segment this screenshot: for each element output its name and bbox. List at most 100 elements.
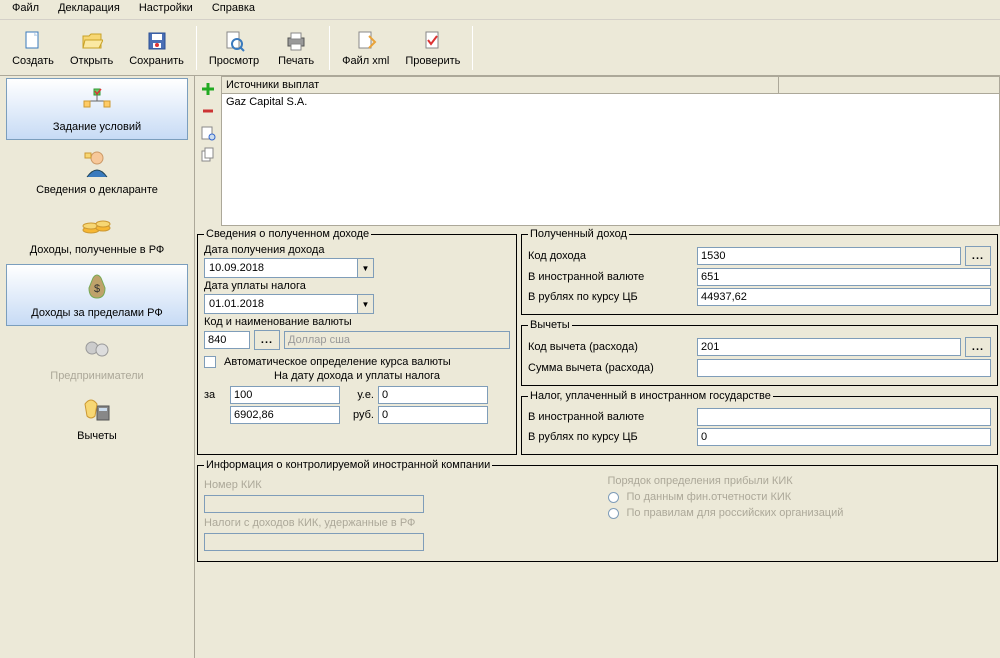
source-tools — [195, 76, 221, 226]
date-received-label: Дата получения дохода — [204, 244, 510, 256]
income-code-label: Код дохода — [528, 250, 693, 262]
nav-label: Предприниматели — [50, 370, 143, 382]
new-file-icon — [21, 29, 45, 53]
rub-amount-input[interactable] — [230, 406, 340, 424]
nav-income-foreign[interactable]: $ Доходы за пределами РФ — [6, 264, 188, 326]
file-xml-button[interactable]: Файл xml — [334, 23, 397, 73]
date-tax-label: Дата уплаты налога — [204, 280, 510, 292]
nav-label: Доходы за пределами РФ — [31, 307, 162, 319]
received-fc-input[interactable] — [697, 268, 991, 286]
ftax-rub-label: В рублях по курсу ЦБ — [528, 431, 693, 443]
kik-opt2-label: По правилам для российских организаций — [627, 507, 844, 519]
kik-taxes-label: Налоги с доходов КИК, удержанные в РФ — [204, 517, 504, 529]
kik-radio-ru — [608, 508, 619, 519]
units-label: у.е. — [344, 389, 374, 401]
income-code-picker[interactable]: ... — [965, 246, 991, 266]
rub-zero-input[interactable] — [378, 406, 488, 424]
deduct-sum-input[interactable] — [697, 359, 991, 377]
coins-icon — [81, 208, 113, 240]
menu-help[interactable]: Справка — [204, 0, 263, 16]
kik-num-input — [204, 495, 424, 513]
auto-rate-label: Автоматическое определение курса валюты — [224, 356, 451, 368]
nav-deductions[interactable]: Вычеты — [0, 388, 194, 448]
nav-income-rf[interactable]: Доходы, полученные в РФ — [0, 202, 194, 262]
check-button[interactable]: Проверить — [397, 23, 468, 73]
date-received-combo[interactable]: 10.09.2018 ▼ — [204, 258, 374, 278]
kik-order-label: Порядок определения прибыли КИК — [608, 475, 992, 487]
kik-fieldset: Информация о контролируемой иностранной … — [197, 459, 998, 562]
kik-radio-fin — [608, 492, 619, 503]
toolbar: Создать Открыть Сохранить Просмотр Печат… — [0, 20, 1000, 76]
sidebar: Задание условий Сведения о декларанте До… — [0, 76, 195, 658]
toolbar-separator — [472, 26, 473, 70]
nav-label: Задание условий — [53, 121, 141, 133]
edit-source-button[interactable] — [199, 124, 217, 142]
preview-button[interactable]: Просмотр — [201, 23, 267, 73]
nav-label: Доходы, полученные в РФ — [30, 244, 165, 256]
xml-file-icon — [354, 29, 378, 53]
legend: Сведения о полученном доходе — [204, 228, 371, 240]
deduct-code-input[interactable] — [697, 338, 961, 356]
menu-file[interactable]: Файл — [4, 0, 47, 16]
content-area: Источники выплат Gaz Capital S.A. Сведен… — [195, 76, 1000, 658]
currency-picker-button[interactable]: ... — [254, 330, 280, 350]
open-button[interactable]: Открыть — [62, 23, 121, 73]
ftax-fc-input[interactable] — [697, 408, 991, 426]
auto-rate-checkbox[interactable] — [204, 356, 216, 368]
chevron-down-icon[interactable]: ▼ — [357, 295, 373, 313]
remove-source-button[interactable] — [199, 102, 217, 120]
toolbar-separator — [329, 26, 330, 70]
deduct-code-label: Код вычета (расхода) — [528, 341, 693, 353]
ftax-rub-input[interactable] — [697, 428, 991, 446]
save-button[interactable]: Сохранить — [121, 23, 192, 73]
kik-opt1-label: По данным фин.отчетности КИК — [627, 491, 792, 503]
add-source-button[interactable] — [199, 80, 217, 98]
check-icon — [421, 29, 445, 53]
units-amount-input[interactable] — [230, 386, 340, 404]
nav-entrepreneurs[interactable]: Предприниматели — [0, 328, 194, 388]
sources-header: Источники выплат — [221, 76, 1000, 94]
legend: Налог, уплаченный в иностранном государс… — [528, 390, 773, 402]
copy-source-button[interactable] — [199, 146, 217, 164]
source-item[interactable]: Gaz Capital S.A. — [226, 96, 995, 108]
menu-settings[interactable]: Настройки — [131, 0, 201, 16]
chevron-down-icon[interactable]: ▼ — [357, 259, 373, 277]
ftax-fc-label: В иностранной валюте — [528, 411, 693, 423]
sources-header-label: Источники выплат — [226, 79, 319, 91]
nav-label: Вычеты — [77, 430, 117, 442]
create-button[interactable]: Создать — [4, 23, 62, 73]
received-rub-label: В рублях по курсу ЦБ — [528, 291, 693, 303]
income-code-input[interactable] — [697, 247, 961, 265]
received-rub-input[interactable] — [697, 288, 991, 306]
income-info-fieldset: Сведения о полученном доходе Дата получе… — [197, 228, 517, 455]
deductions-fieldset: Вычеты Код вычета (расхода) ... Сумма вы… — [521, 319, 998, 386]
printer-icon — [284, 29, 308, 53]
units-zero-input[interactable] — [378, 386, 488, 404]
kik-taxes-input — [204, 533, 424, 551]
entrepreneurs-icon — [81, 334, 113, 366]
nav-conditions[interactable]: Задание условий — [6, 78, 188, 140]
on-date-label: На дату дохода и уплаты налога — [204, 370, 510, 382]
nav-declarant[interactable]: Сведения о декларанте — [0, 142, 194, 202]
menu-bar: Файл Декларация Настройки Справка — [0, 0, 1000, 20]
rub-label: руб. — [344, 409, 374, 421]
currency-name-display — [284, 331, 510, 349]
open-folder-icon — [80, 29, 104, 53]
money-bag-icon: $ — [81, 271, 113, 303]
date-tax-combo[interactable]: 01.01.2018 ▼ — [204, 294, 374, 314]
legend: Информация о контролируемой иностранной … — [204, 459, 492, 471]
sources-list[interactable]: Gaz Capital S.A. — [221, 94, 1000, 226]
received-fc-label: В иностранной валюте — [528, 271, 693, 283]
print-button[interactable]: Печать — [267, 23, 325, 73]
nav-label: Сведения о декларанте — [36, 184, 158, 196]
za-label: за — [204, 389, 226, 401]
save-floppy-icon — [145, 29, 169, 53]
preview-icon — [222, 29, 246, 53]
deduct-sum-label: Сумма вычета (расхода) — [528, 362, 693, 374]
legend: Полученный доход — [528, 228, 629, 240]
currency-code-input[interactable] — [204, 331, 250, 349]
currency-label: Код и наименование валюты — [204, 316, 510, 328]
svg-text:$: $ — [94, 283, 100, 295]
menu-declaration[interactable]: Декларация — [50, 0, 128, 16]
deduct-code-picker[interactable]: ... — [965, 337, 991, 357]
